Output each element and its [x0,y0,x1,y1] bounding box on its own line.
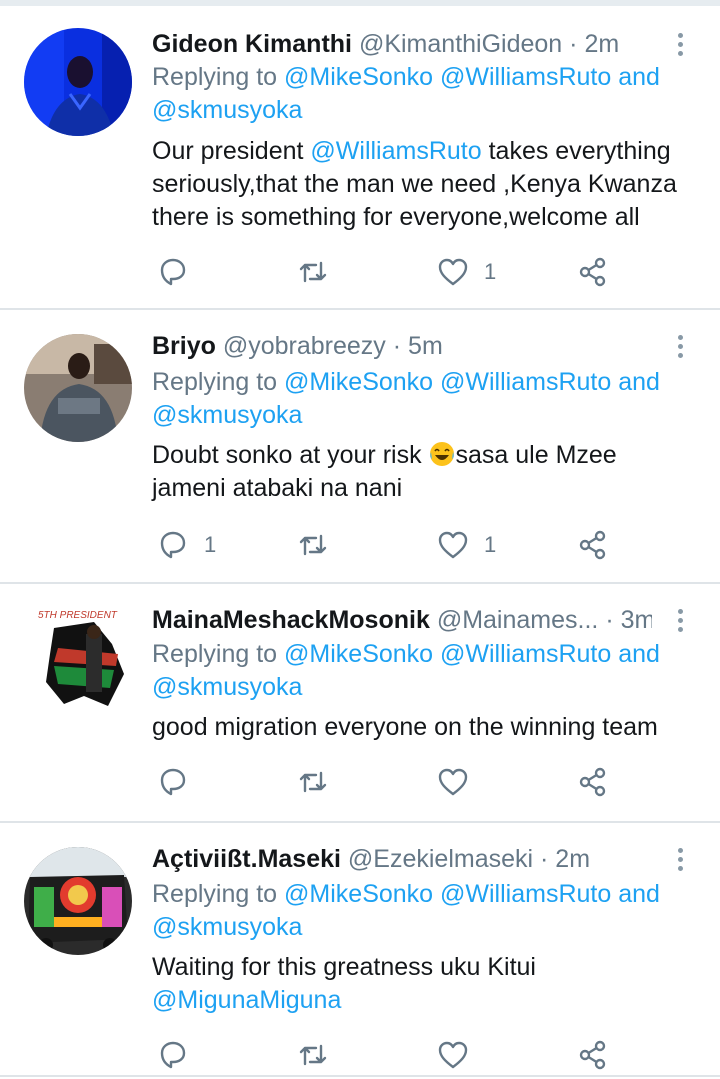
tweet-actions: 1 1 [152,525,652,565]
replying-prefix: Replying to [152,368,278,396]
like-button[interactable]: 1 [436,525,496,565]
reply-icon [160,258,186,286]
retweet-button[interactable] [296,1035,344,1075]
tweet-header: Gideon Kimanthi @KimanthiGideon · 2m [152,26,652,62]
tweet-actions [152,1035,652,1075]
text-part: Waiting for this greatness uku Kitui [152,953,536,981]
separator-dot: · [569,30,578,58]
share-button[interactable] [576,525,610,565]
user-handle[interactable]: @Ezekielmaseki [348,845,533,873]
replying-prefix: Replying to [152,63,278,91]
display-name[interactable]: MainaMeshackMosonik [152,606,430,634]
tweet-text: Our president @WilliamsRuto takes everyt… [152,135,692,234]
reply-button[interactable] [156,1035,204,1075]
user-handle[interactable]: @yobrabreezy [223,332,386,360]
tweet-header: Briyo @yobrabreezy · 5m [152,328,652,364]
retweet-icon [299,261,327,283]
like-button[interactable] [436,762,484,802]
like-icon [438,531,468,559]
tweet-card[interactable]: Açtiviißt.Maseki @Ezekielmaseki · 2m Rep… [0,823,720,1079]
tweet-divider [0,1075,720,1077]
separator-dot: · [392,332,402,360]
top-divider [0,0,720,6]
avatar-caption: 5TH PRESIDENT [38,610,118,621]
tweet-header: Açtiviißt.Maseki @Ezekielmaseki · 2m [152,841,652,877]
share-icon [579,257,606,287]
mention-link[interactable]: @MigunaMiguna [152,984,692,1017]
retweet-button[interactable] [296,252,344,292]
user-handle[interactable]: @Mainames... [437,606,599,634]
text-part: Our president [152,137,311,165]
like-icon [438,1041,468,1069]
retweet-icon [299,771,327,793]
like-count: 1 [484,259,497,284]
mention-link[interactable]: @WilliamsRuto [310,137,481,165]
tweet-header: MainaMeshackMosonik @Mainames... · 3m [152,602,652,638]
retweet-button[interactable] [296,762,344,802]
timestamp: 2m [584,30,620,58]
timestamp: 3m [620,606,652,634]
reply-button[interactable] [156,762,204,802]
display-name[interactable]: Briyo [152,332,216,360]
share-button[interactable] [576,252,610,292]
share-icon [579,530,606,560]
tweet-card[interactable]: Briyo @yobrabreezy · 5m Replying to @Mik… [0,310,720,582]
share-button[interactable] [576,762,610,802]
display-name[interactable]: Gideon Kimanthi [152,30,352,58]
reply-icon [160,531,186,559]
more-icon[interactable] [668,26,692,62]
tweet-text: Waiting for this greatness uku Kitui @Mi… [152,951,692,1017]
avatar[interactable] [24,334,132,442]
like-icon [438,768,468,796]
replying-prefix: Replying to [152,640,278,668]
tweet-actions: 1 [152,252,652,292]
like-icon [438,258,468,286]
replying-prefix: Replying to [152,880,278,908]
like-button[interactable]: 1 [436,252,496,292]
replying-to: Replying to @MikeSonko @WilliamsRuto and… [152,61,692,127]
avatar[interactable]: 5TH PRESIDENT [24,604,132,712]
avatar[interactable] [24,28,132,136]
display-name[interactable]: Açtiviißt.Maseki [152,845,341,873]
user-handle[interactable]: @KimanthiGideon [359,30,562,58]
replying-to: Replying to @MikeSonko @WilliamsRuto and… [152,878,692,944]
tweet-card[interactable]: Gideon Kimanthi @KimanthiGideon · 2m Rep… [0,8,720,308]
reply-icon [160,768,186,796]
more-icon[interactable] [668,602,692,638]
reply-icon [160,1041,186,1069]
tweet-card[interactable]: 5TH PRESIDENT MainaMeshackMosonik @Maina… [0,584,720,820]
timestamp: 5m [408,332,443,360]
share-button[interactable] [576,1035,610,1075]
reply-button[interactable]: 1 [156,525,216,565]
retweet-icon [299,534,327,556]
reply-button[interactable] [156,252,204,292]
retweet-icon [299,1044,327,1066]
separator-dot: · [540,845,549,873]
tweet-actions [152,762,652,802]
share-icon [579,1040,606,1070]
retweet-button[interactable] [296,525,344,565]
tweet-text: good migration everyone on the winning t… [152,713,658,741]
separator-dot: · [605,606,614,634]
text-part: Doubt sonko at your risk [152,441,429,469]
timestamp: 2m [555,845,591,873]
reply-count: 1 [204,532,217,557]
more-icon[interactable] [668,328,692,364]
like-count: 1 [484,532,497,557]
tweet-text: Doubt sonko at your risk sasa ule Mzee j… [152,439,692,505]
like-button[interactable] [436,1035,484,1075]
replying-to: Replying to @MikeSonko @WilliamsRuto and… [152,366,692,432]
share-icon [579,767,606,797]
more-icon[interactable] [668,841,692,877]
replying-to: Replying to @MikeSonko @WilliamsRuto and… [152,638,692,704]
face-with-tears-of-joy-icon [429,442,454,466]
avatar[interactable] [24,847,132,955]
